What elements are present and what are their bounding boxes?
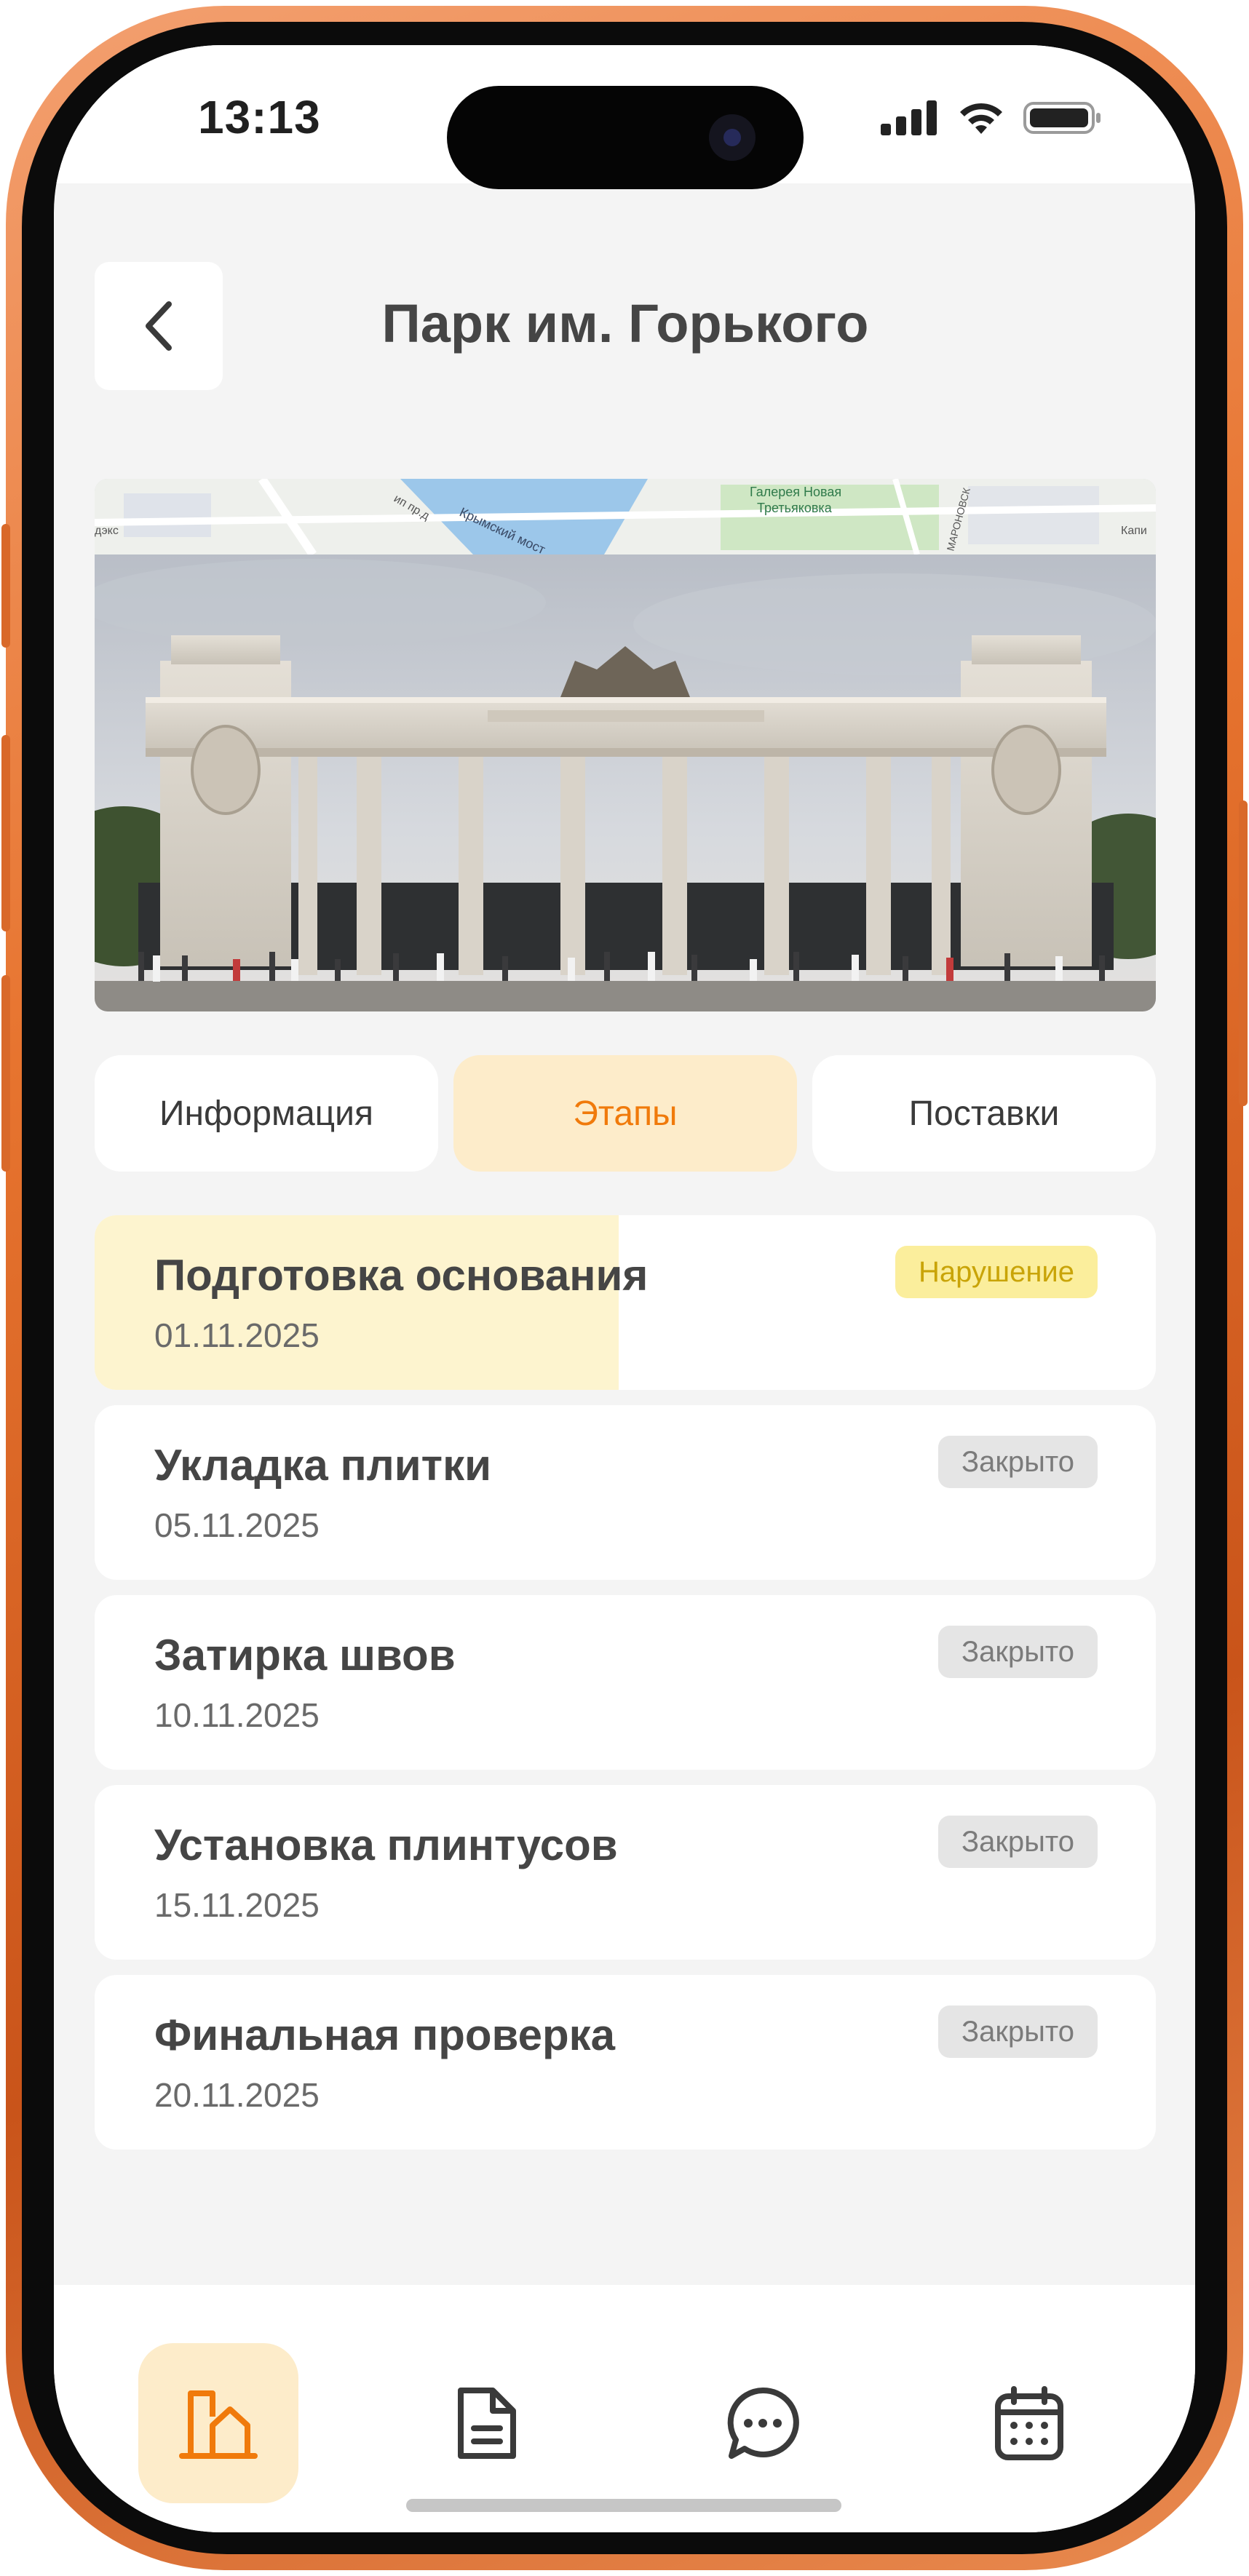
document-icon	[458, 2388, 516, 2459]
stage-date: 01.11.2025	[154, 1316, 320, 1354]
map-label-tretyakovka: Третьяковка	[757, 501, 833, 515]
stage-date: 05.11.2025	[154, 1506, 320, 1544]
tab-deliveries[interactable]: Поставки	[812, 1055, 1156, 1172]
nav-objects[interactable]	[138, 2343, 298, 2503]
stage-date: 20.11.2025	[154, 2076, 320, 2114]
status-badge: Закрыто	[937, 1626, 1098, 1678]
stage-name: Финальная проверка	[154, 2011, 616, 2059]
building-icon	[179, 2390, 258, 2459]
tab-stages-label: Этапы	[573, 1094, 678, 1133]
volume-up-button	[1, 735, 10, 931]
stage-name: Подготовка основания	[154, 1251, 649, 1300]
camera-icon	[709, 114, 756, 161]
stage-name: Затирка швов	[154, 1631, 456, 1679]
stage-name: Установка плинтусов	[154, 1821, 618, 1869]
screen: 13:13 Парк им. Горького Галерея Новая Тр…	[54, 45, 1195, 2532]
tab-information-label: Информация	[159, 1094, 373, 1133]
tab-bar: Информация Этапы Поставки	[95, 1055, 1156, 1172]
stage-card[interactable]: Укладка плитки 05.11.2025 Закрыто	[95, 1405, 1156, 1580]
volume-down-button	[1, 975, 10, 1172]
stage-card[interactable]: Финальная проверка 20.11.2025 Закрыто	[95, 1975, 1156, 2150]
status-badge: Нарушение	[895, 1246, 1098, 1298]
status-bar: 13:13	[54, 45, 1195, 189]
page-title: Парк им. Горького	[381, 293, 869, 354]
stage-name: Укладка плитки	[154, 1441, 491, 1490]
bottom-navigation	[54, 2285, 1195, 2532]
tab-information[interactable]: Информация	[95, 1055, 438, 1172]
status-badge: Закрыто	[937, 1436, 1098, 1488]
battery-icon	[1023, 102, 1101, 134]
back-button[interactable]	[95, 262, 223, 390]
map-label-right: Капи	[1121, 525, 1147, 537]
park-gate-illustration: Галерея Новая Третьяковка Крымский мост …	[95, 479, 1156, 1011]
home-indicator[interactable]	[406, 2499, 841, 2512]
calendar-icon	[995, 2386, 1063, 2460]
map-label-gallery: Галерея Новая	[750, 485, 841, 499]
map-label-left: дэкс	[95, 525, 119, 537]
tab-deliveries-label: Поставки	[908, 1094, 1060, 1133]
hero-image: Галерея Новая Третьяковка Крымский мост …	[95, 479, 1156, 1011]
status-badge: Закрыто	[937, 2005, 1098, 2058]
wifi-icon	[960, 103, 1002, 134]
stage-card[interactable]: Подготовка основания 01.11.2025 Нарушени…	[95, 1215, 1156, 1390]
nav-calendar[interactable]	[949, 2343, 1109, 2503]
status-time: 13:13	[198, 91, 321, 143]
stage-card[interactable]: Затирка швов 10.11.2025 Закрыто	[95, 1595, 1156, 1770]
action-button	[1, 524, 10, 648]
chat-icon	[727, 2387, 799, 2459]
cellular-signal-icon	[881, 100, 937, 135]
status-badge: Закрыто	[937, 1816, 1098, 1868]
stage-progress-fill	[95, 1215, 619, 1390]
stage-date: 10.11.2025	[154, 1696, 320, 1734]
status-icons	[881, 100, 1102, 135]
stage-card[interactable]: Установка плинтусов 15.11.2025 Закрыто	[95, 1785, 1156, 1960]
nav-documents[interactable]	[407, 2343, 567, 2503]
stage-date: 15.11.2025	[154, 1886, 320, 1924]
nav-chat[interactable]	[683, 2343, 843, 2503]
chevron-left-icon	[146, 301, 172, 351]
tab-stages[interactable]: Этапы	[453, 1055, 797, 1172]
power-button	[1239, 800, 1248, 1106]
